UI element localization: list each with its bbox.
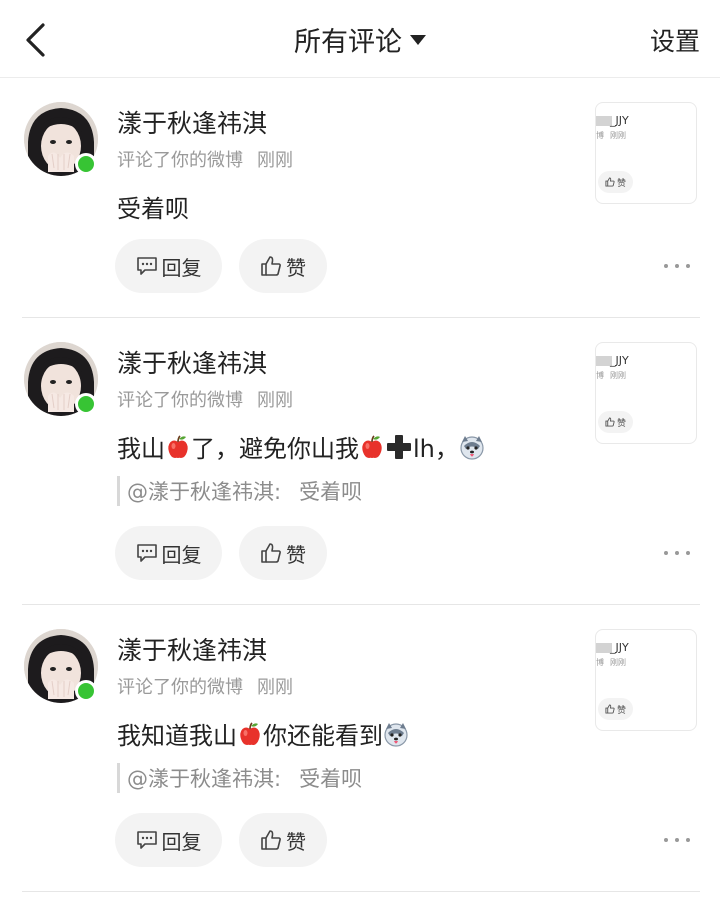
thumbs-up-icon — [261, 256, 281, 276]
comment-action: 评论了你的微博 — [117, 677, 243, 698]
dot-icon — [686, 551, 690, 555]
quoted-text: 受着呗 — [299, 480, 363, 504]
comment-meta: 评论了你的微博 刚刚 — [117, 146, 293, 172]
original-post-thumbnail[interactable]: _JJY 博刚刚 赞 — [595, 102, 697, 204]
comment-text: 我知道我山 你还能看到 — [117, 716, 409, 751]
plus-emoji-icon — [387, 434, 411, 459]
comment-action: 评论了你的微博 — [117, 390, 243, 411]
online-status-badge — [75, 680, 97, 702]
top-bar: 所有评论 设置 — [0, 0, 720, 78]
dot-icon — [675, 264, 679, 268]
thumbnail-meta: 博刚刚 — [596, 371, 626, 380]
settings-button[interactable]: 设置 — [650, 22, 700, 58]
quoted-mention[interactable]: @漾于秋逢祎淇: — [127, 476, 281, 506]
reply-button[interactable]: 回复 — [115, 526, 222, 580]
reply-button[interactable]: 回复 — [115, 813, 222, 867]
comment-filter-dropdown[interactable]: 所有评论 — [0, 18, 720, 60]
quoted-comment: @漾于秋逢祎淇: 受着呗 — [117, 763, 362, 793]
husky-emoji-icon — [384, 722, 408, 747]
comment-meta: 评论了你的微博 刚刚 — [117, 673, 293, 699]
thumbnail-meta: 博刚刚 — [596, 131, 626, 140]
quoted-text: 受着呗 — [299, 767, 363, 791]
like-label: 赞 — [286, 829, 306, 854]
dot-icon — [675, 551, 679, 555]
thumbs-up-icon — [605, 177, 615, 187]
dot-icon — [686, 838, 690, 842]
reply-button[interactable]: 回复 — [115, 239, 222, 293]
divider — [22, 891, 700, 892]
dot-icon — [664, 264, 668, 268]
thumbs-up-icon — [605, 417, 615, 427]
original-post-thumbnail[interactable]: _JJY 博刚刚 赞 — [595, 342, 697, 444]
thumbnail-like: 赞 — [598, 698, 634, 720]
comment-bubble-icon — [136, 544, 157, 562]
thumbnail-user: _JJY — [610, 354, 629, 367]
thumbs-up-icon — [261, 830, 281, 850]
original-post-thumbnail[interactable]: _JJY 博刚刚 赞 — [595, 629, 697, 731]
page-title: 所有评论 — [294, 26, 402, 58]
comment-bubble-icon — [136, 831, 157, 849]
dot-icon — [686, 264, 690, 268]
reply-label: 回复 — [161, 829, 202, 854]
thumbs-up-icon — [261, 543, 281, 563]
comment-card: 漾于秋逢祎淇 评论了你的微博 刚刚 我山 了，避免你山我 lh， @漾于秋逢祎淇… — [0, 318, 720, 605]
comment-card: 漾于秋逢祎淇 评论了你的微博 刚刚 受着呗 回复 赞 _JJY 博刚刚 赞 — [0, 78, 720, 318]
apple-emoji-icon — [362, 434, 382, 458]
comment-user-name[interactable]: 漾于秋逢祎淇 — [117, 104, 267, 140]
thumbnail-like: 赞 — [598, 411, 634, 433]
more-options-button[interactable] — [664, 256, 690, 276]
thumbnail-user: _JJY — [610, 114, 629, 127]
more-options-button[interactable] — [664, 543, 690, 563]
thumbnail-meta: 博刚刚 — [596, 658, 626, 667]
comment-user-name[interactable]: 漾于秋逢祎淇 — [117, 631, 267, 667]
thumbnail-like: 赞 — [598, 171, 634, 193]
more-options-button[interactable] — [664, 830, 690, 850]
comment-time: 刚刚 — [257, 150, 293, 171]
comment-time: 刚刚 — [257, 390, 293, 411]
comment-time: 刚刚 — [257, 677, 293, 698]
comment-text: 受着呗 — [117, 195, 189, 223]
like-button[interactable]: 赞 — [239, 526, 327, 580]
comment-text: 我山 了，避免你山我 lh， — [117, 429, 485, 464]
dot-icon — [675, 838, 679, 842]
apple-emoji-icon — [240, 721, 260, 745]
dot-icon — [664, 838, 668, 842]
reply-label: 回复 — [161, 255, 202, 280]
comment-card: 漾于秋逢祎淇 评论了你的微博 刚刚 我知道我山 你还能看到 @漾于秋逢祎淇: 受着… — [0, 605, 720, 892]
like-label: 赞 — [286, 542, 306, 567]
caret-down-icon — [410, 35, 426, 45]
thumbs-up-icon — [605, 704, 615, 714]
dot-icon — [664, 551, 668, 555]
like-label: 赞 — [286, 255, 306, 280]
quoted-comment: @漾于秋逢祎淇: 受着呗 — [117, 476, 362, 506]
comment-bubble-icon — [136, 257, 157, 275]
comment-user-name[interactable]: 漾于秋逢祎淇 — [117, 344, 267, 380]
husky-emoji-icon — [460, 435, 484, 460]
reply-label: 回复 — [161, 542, 202, 567]
like-button[interactable]: 赞 — [239, 813, 327, 867]
like-button[interactable]: 赞 — [239, 239, 327, 293]
thumbnail-user: _JJY — [610, 641, 629, 654]
comment-meta: 评论了你的微博 刚刚 — [117, 386, 293, 412]
online-status-badge — [75, 393, 97, 415]
online-status-badge — [75, 153, 97, 175]
quoted-mention[interactable]: @漾于秋逢祎淇: — [127, 763, 281, 793]
comment-action: 评论了你的微博 — [117, 150, 243, 171]
apple-emoji-icon — [168, 434, 188, 458]
